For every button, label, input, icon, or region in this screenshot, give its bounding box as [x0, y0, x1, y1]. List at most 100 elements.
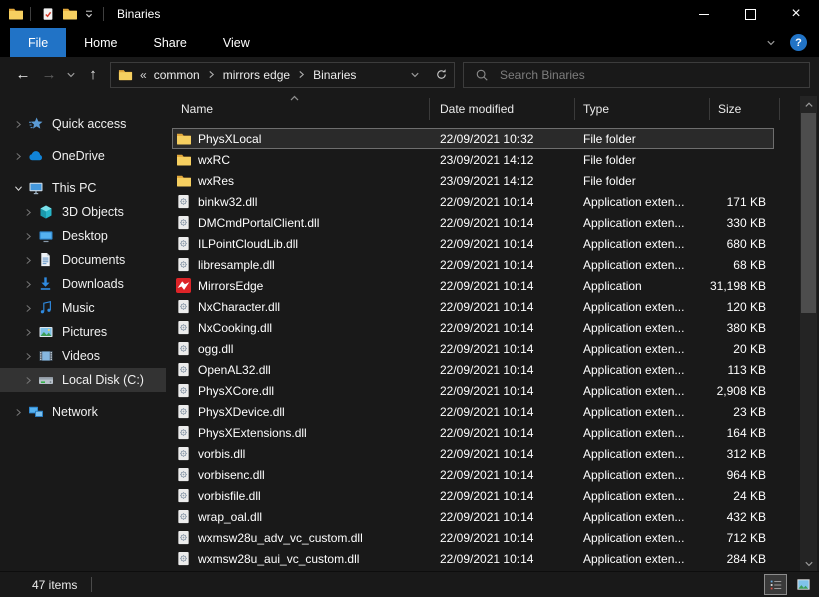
file-name: libresample.dll — [198, 258, 275, 272]
chevron-right-icon[interactable] — [20, 256, 36, 265]
sidebar-item-downloads[interactable]: Downloads — [0, 272, 166, 296]
up-button[interactable]: ↑ — [80, 62, 106, 88]
breadcrumb-segment-binaries[interactable]: Binaries — [310, 68, 359, 82]
file-row-wxmsw28u-aui-vc-custom-dll[interactable]: wxmsw28u_aui_vc_custom.dll22/09/2021 10:… — [172, 548, 774, 569]
file-row-ogg-dll[interactable]: ogg.dll22/09/2021 10:14Application exten… — [172, 338, 774, 359]
column-header-name[interactable]: Name — [172, 98, 430, 120]
address-bar[interactable]: « common mirrors edge Binaries — [110, 62, 455, 88]
file-row-physxdevice-dll[interactable]: PhysXDevice.dll22/09/2021 10:14Applicati… — [172, 401, 774, 422]
forward-button[interactable]: → — [36, 62, 62, 88]
file-size: 23 KB — [710, 405, 774, 419]
file-row-nxcooking-dll[interactable]: NxCooking.dll22/09/2021 10:14Application… — [172, 317, 774, 338]
file-row-vorbisfile-dll[interactable]: vorbisfile.dll22/09/2021 10:14Applicatio… — [172, 485, 774, 506]
column-header-date-modified[interactable]: Date modified — [430, 98, 575, 120]
breadcrumb-segment-mirrors-edge[interactable]: mirrors edge — [220, 68, 293, 82]
refresh-button[interactable] — [428, 63, 454, 87]
search-box[interactable] — [463, 62, 810, 88]
file-row-wrap-oal-dll[interactable]: wrap_oal.dll22/09/2021 10:14Application … — [172, 506, 774, 527]
tab-share[interactable]: Share — [136, 28, 205, 57]
scroll-down-button[interactable] — [800, 555, 817, 572]
details-view-button[interactable] — [764, 574, 787, 595]
sidebar-item-pictures[interactable]: Pictures — [0, 320, 166, 344]
ribbon-right-controls: ? — [763, 28, 819, 57]
minimize-button[interactable] — [681, 0, 727, 28]
sidebar-item-videos[interactable]: Videos — [0, 344, 166, 368]
qat-customize-button[interactable] — [81, 3, 97, 25]
tab-home[interactable]: Home — [66, 28, 135, 57]
chevron-right-icon[interactable] — [20, 352, 36, 361]
tab-view[interactable]: View — [205, 28, 268, 57]
chevron-right-icon[interactable] — [20, 304, 36, 313]
sidebar-item-3d-objects[interactable]: 3D Objects — [0, 200, 166, 224]
breadcrumb-separator-icon[interactable] — [203, 70, 220, 79]
chevron-right-icon[interactable] — [10, 120, 26, 129]
address-dropdown-button[interactable] — [402, 63, 428, 87]
column-header-type[interactable]: Type — [575, 98, 710, 120]
file-row-wxres[interactable]: wxRes23/09/2021 14:12File folder — [172, 170, 774, 191]
sidebar-item-label: This PC — [52, 181, 96, 195]
sidebar-item-quick-access[interactable]: Quick access — [0, 112, 166, 136]
breadcrumb-separator-icon[interactable] — [293, 70, 310, 79]
file-row-libresample-dll[interactable]: libresample.dll22/09/2021 10:14Applicati… — [172, 254, 774, 275]
file-date-modified: 22/09/2021 10:14 — [430, 279, 575, 293]
sidebar-item-label: Downloads — [62, 277, 124, 291]
sidebar-item-network[interactable]: Network — [0, 400, 166, 424]
file-size: 68 KB — [710, 258, 774, 272]
ribbon-expand-button[interactable] — [763, 38, 779, 48]
sidebar-item-documents[interactable]: Documents — [0, 248, 166, 272]
scrollbar-thumb[interactable] — [801, 113, 816, 313]
sidebar-item-label: Music — [62, 301, 95, 315]
file-row-ilpointcloudlib-dll[interactable]: ILPointCloudLib.dll22/09/2021 10:14Appli… — [172, 233, 774, 254]
downloads-arrow-icon — [38, 276, 55, 292]
column-header-size[interactable]: Size — [710, 98, 780, 120]
file-name: vorbisenc.dll — [198, 468, 265, 482]
back-button[interactable]: ← — [10, 62, 36, 88]
file-row-vorbisenc-dll[interactable]: vorbisenc.dll22/09/2021 10:14Application… — [172, 464, 774, 485]
chevron-down-icon[interactable] — [10, 185, 26, 192]
file-size: 113 KB — [710, 363, 774, 377]
qat-new-folder-button[interactable] — [59, 3, 81, 25]
file-row-binkw32-dll[interactable]: binkw32.dll22/09/2021 10:14Application e… — [172, 191, 774, 212]
tab-file[interactable]: File — [10, 28, 66, 57]
breadcrumb-segment-common[interactable]: common — [151, 68, 203, 82]
chevron-right-icon[interactable] — [20, 208, 36, 217]
maximize-button[interactable] — [727, 0, 773, 28]
dll-icon — [176, 320, 192, 336]
chevron-right-icon[interactable] — [20, 376, 36, 385]
chevron-right-icon[interactable] — [20, 280, 36, 289]
help-button[interactable]: ? — [790, 34, 807, 51]
recent-locations-button[interactable] — [62, 62, 80, 88]
window-controls: × — [681, 0, 819, 28]
titlebar-separator — [103, 7, 104, 21]
file-row-physxcore-dll[interactable]: PhysXCore.dll22/09/2021 10:14Application… — [172, 380, 774, 401]
file-row-physxlocal[interactable]: PhysXLocal22/09/2021 10:32File folder — [172, 128, 774, 149]
file-row-nxcharacter-dll[interactable]: NxCharacter.dll22/09/2021 10:14Applicati… — [172, 296, 774, 317]
vertical-scrollbar[interactable] — [800, 96, 817, 572]
chevron-right-icon[interactable] — [20, 232, 36, 241]
file-row-wxmsw28u-adv-vc-custom-dll[interactable]: wxmsw28u_adv_vc_custom.dll22/09/2021 10:… — [172, 527, 774, 548]
file-date-modified: 22/09/2021 10:14 — [430, 552, 575, 566]
file-row-vorbis-dll[interactable]: vorbis.dll22/09/2021 10:14Application ex… — [172, 443, 774, 464]
dll-icon — [176, 362, 192, 378]
chevron-right-icon[interactable] — [10, 152, 26, 161]
sidebar-item-music[interactable]: Music — [0, 296, 166, 320]
file-row-physxextensions-dll[interactable]: PhysXExtensions.dll22/09/2021 10:14Appli… — [172, 422, 774, 443]
scroll-up-button[interactable] — [800, 96, 817, 113]
dll-icon — [176, 404, 192, 420]
close-button[interactable]: × — [773, 0, 819, 28]
sidebar-item-local-disk-c[interactable]: Local Disk (C:) — [0, 368, 166, 392]
sidebar-item-this-pc[interactable]: This PC — [0, 176, 166, 200]
qat-properties-button[interactable] — [37, 3, 59, 25]
file-row-openal32-dll[interactable]: OpenAL32.dll22/09/2021 10:14Application … — [172, 359, 774, 380]
chevron-right-icon[interactable] — [20, 328, 36, 337]
thumbnails-view-button[interactable] — [792, 574, 815, 595]
breadcrumb-overflow[interactable]: « — [140, 68, 147, 82]
file-row-mirrorsedge[interactable]: MirrorsEdge22/09/2021 10:14Application31… — [172, 275, 774, 296]
file-date-modified: 22/09/2021 10:14 — [430, 531, 575, 545]
file-row-dmcmdportalclient-dll[interactable]: DMCmdPortalClient.dll22/09/2021 10:14App… — [172, 212, 774, 233]
sidebar-item-desktop[interactable]: Desktop — [0, 224, 166, 248]
chevron-right-icon[interactable] — [10, 408, 26, 417]
sidebar-item-onedrive[interactable]: OneDrive — [0, 144, 166, 168]
search-input[interactable] — [498, 67, 782, 83]
file-row-wxrc[interactable]: wxRC23/09/2021 14:12File folder — [172, 149, 774, 170]
